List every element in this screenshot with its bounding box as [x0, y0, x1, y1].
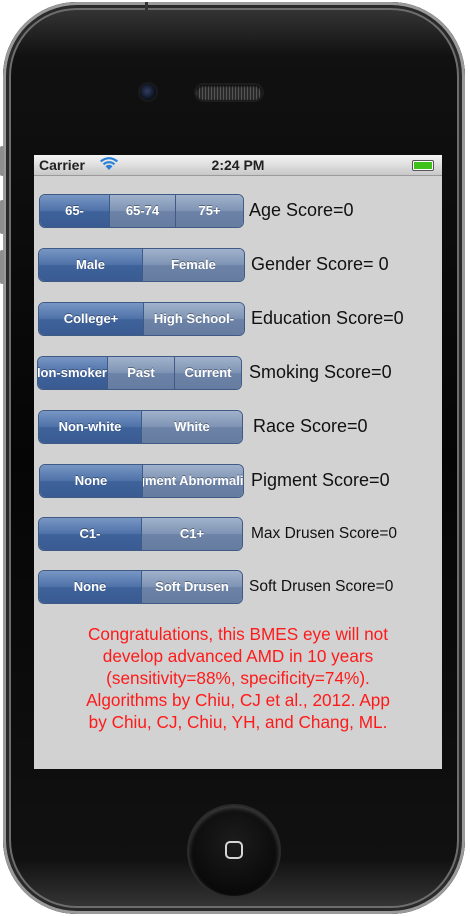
result-line-1: Congratulations, this BMES eye will not [88, 624, 388, 644]
smoking-score-label: Smoking Score=0 [249, 362, 392, 382]
race-score-label: Race Score=0 [253, 416, 368, 436]
smoking-option-non-smoker[interactable]: Non-smoker [38, 357, 107, 389]
soft-drusen-option-soft-drusen[interactable]: Soft Drusen [141, 571, 242, 603]
smoking-option-past[interactable]: Past [107, 357, 174, 389]
education-row: College+ High School- Education Score=0 [34, 302, 442, 336]
age-option-75-plus[interactable]: 75+ [175, 195, 243, 227]
gender-option-female[interactable]: Female [142, 249, 244, 281]
age-row: 65- 65-74 75+ Age Score=0 [34, 194, 442, 228]
age-option-65-74[interactable]: 65-74 [109, 195, 175, 227]
smoking-option-current[interactable]: Current [174, 357, 241, 389]
result-line-2: develop advanced AMD in 10 years [102, 646, 374, 666]
battery-icon [412, 160, 434, 171]
volume-up-button[interactable] [0, 200, 4, 234]
app-screen: Carrier 2:24 PM 65- 65-74 75+ Age Score=… [34, 155, 442, 769]
max-drusen-option-c1-minus[interactable]: C1- [39, 518, 141, 550]
smoking-option-non-smoker-label: Non-smoker [38, 365, 107, 380]
race-segmented-control[interactable]: Non-white White [38, 410, 243, 444]
education-option-high-school[interactable]: High School- [143, 303, 244, 335]
education-score-label: Education Score=0 [251, 308, 404, 328]
status-bar: Carrier 2:24 PM [34, 155, 442, 176]
race-option-white[interactable]: White [141, 411, 242, 443]
soft-drusen-score-label: Soft Drusen Score=0 [249, 578, 394, 595]
mute-switch[interactable] [0, 146, 4, 176]
result-line-5: by Chiu, CJ, Chiu, YH, and Chang, ML. [88, 712, 388, 732]
result-message: Congratulations, this BMES eye will not … [34, 623, 442, 733]
pigment-score-label: Pigment Score=0 [251, 470, 390, 490]
result-line-3: (sensitivity=88%, specificity=74%). [106, 668, 370, 688]
pigment-row: None Pigment Abnormality Pigment Score=0 [34, 464, 442, 498]
age-score-label: Age Score=0 [249, 200, 354, 220]
home-button[interactable] [189, 806, 279, 896]
home-square-icon [225, 841, 243, 859]
smoking-segmented-control[interactable]: Non-smoker Past Current [37, 356, 242, 390]
max-drusen-score-label: Max Drusen Score=0 [251, 525, 398, 542]
max-drusen-segmented-control[interactable]: C1- C1+ [38, 517, 243, 551]
earpiece-speaker [196, 85, 262, 100]
race-option-non-white[interactable]: Non-white [39, 411, 141, 443]
result-line-4: Algorithms by Chiu, CJ et al., 2012. App [86, 690, 390, 710]
smoking-row: Non-smoker Past Current Smoking Score=0 [34, 356, 442, 390]
gender-segmented-control[interactable]: Male Female [38, 248, 245, 282]
soft-drusen-option-none[interactable]: None [39, 571, 141, 603]
pigment-option-none[interactable]: None [40, 465, 142, 497]
education-option-college[interactable]: College+ [39, 303, 143, 335]
soft-drusen-segmented-control[interactable]: None Soft Drusen [38, 570, 243, 604]
race-row: Non-white White Race Score=0 [34, 410, 442, 444]
education-segmented-control[interactable]: College+ High School- [38, 302, 245, 336]
sleep-button [145, 2, 148, 10]
max-drusen-option-c1-plus[interactable]: C1+ [141, 518, 242, 550]
gender-option-male[interactable]: Male [39, 249, 142, 281]
volume-down-button[interactable] [0, 250, 4, 284]
soft-drusen-row: None Soft Drusen Soft Drusen Score=0 [34, 570, 442, 604]
max-drusen-row: C1- C1+ Max Drusen Score=0 [34, 517, 442, 551]
age-segmented-control[interactable]: 65- 65-74 75+ [39, 194, 244, 228]
pigment-option-abnormality[interactable]: Pigment Abnormality [142, 465, 243, 497]
pigment-segmented-control[interactable]: None Pigment Abnormality [39, 464, 244, 498]
pigment-option-abnormality-label: Pigment Abnormality [143, 473, 243, 488]
gender-row: Male Female Gender Score= 0 [34, 248, 442, 282]
gender-score-label: Gender Score= 0 [251, 254, 389, 274]
status-time: 2:24 PM [211, 157, 265, 173]
camera-lens [140, 84, 156, 100]
age-option-65-under[interactable]: 65- [40, 195, 109, 227]
